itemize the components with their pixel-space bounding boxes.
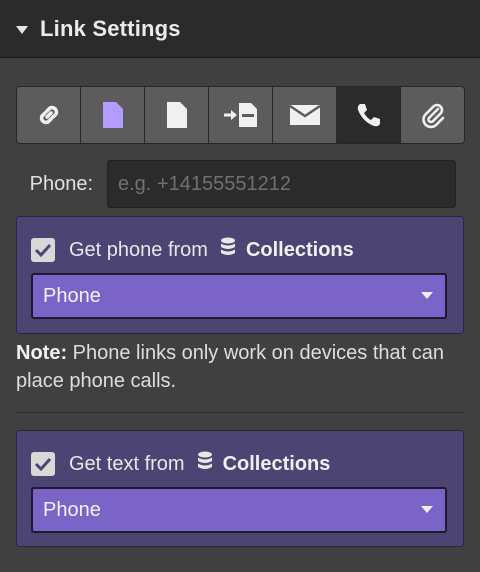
tab-collection-page-link[interactable] xyxy=(145,87,209,143)
get-text-checkbox[interactable] xyxy=(31,452,55,476)
get-text-label: Get text from xyxy=(69,452,185,475)
link-icon xyxy=(34,100,64,130)
tab-file-link[interactable] xyxy=(401,87,464,143)
database-icon xyxy=(197,451,213,477)
text-field-select-value: Phone xyxy=(43,498,101,521)
database-icon xyxy=(220,237,236,263)
checkmark-icon xyxy=(34,457,52,472)
tab-section-link[interactable] xyxy=(209,87,273,143)
tab-phone-link[interactable] xyxy=(337,87,401,143)
note-text: Phone links only work on devices that ca… xyxy=(16,342,444,392)
text-field-select[interactable]: Phone xyxy=(31,487,447,533)
tab-page-link[interactable] xyxy=(81,87,145,143)
divider xyxy=(16,412,465,413)
page-purple-icon xyxy=(101,100,125,130)
phone-input[interactable] xyxy=(107,160,456,208)
get-phone-label: Get phone from xyxy=(69,238,208,261)
phone-label: Phone: xyxy=(29,172,93,195)
page-icon xyxy=(165,100,189,130)
tab-url-link[interactable] xyxy=(17,87,81,143)
phone-field-row: Phone: xyxy=(16,160,456,208)
attachment-icon xyxy=(418,100,448,130)
phone-field-select-value: Phone xyxy=(43,284,101,307)
collections-label: Collections xyxy=(245,238,354,261)
get-phone-checkbox[interactable] xyxy=(31,238,55,262)
phone-from-collection-panel: Get phone from Collections Phone xyxy=(16,216,464,334)
phone-note: Note: Phone links only work on devices t… xyxy=(16,339,466,395)
checkmark-icon xyxy=(34,243,52,258)
collections-label: Collections xyxy=(222,452,331,475)
link-settings-header[interactable]: Link Settings xyxy=(0,0,480,58)
section-anchor-icon xyxy=(221,100,261,130)
link-type-tabs xyxy=(16,86,465,144)
get-text-checkbox-row[interactable]: Get text from Collections xyxy=(31,451,330,477)
text-from-collection-panel: Get text from Collections Phone xyxy=(16,430,464,547)
get-phone-checkbox-row[interactable]: Get phone from Collections xyxy=(31,237,354,263)
email-icon xyxy=(288,103,321,127)
note-label: Note: xyxy=(16,342,68,364)
dropdown-arrow-icon xyxy=(421,506,433,513)
section-title: Link Settings xyxy=(40,15,181,41)
phone-field-select[interactable]: Phone xyxy=(31,273,447,319)
collapse-caret-icon[interactable] xyxy=(16,25,28,34)
tab-email-link[interactable] xyxy=(273,87,337,143)
phone-icon xyxy=(354,100,384,130)
dropdown-arrow-icon xyxy=(421,292,433,299)
